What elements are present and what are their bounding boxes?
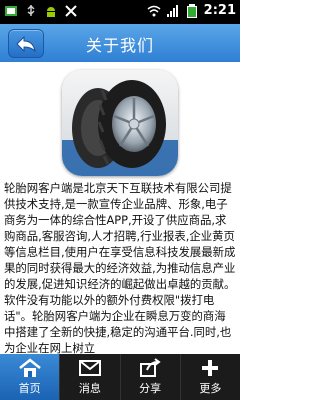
tab-more-label: 更多 [199,382,222,395]
tab-messages[interactable]: 消息 [60,354,121,400]
tab-messages-label: 消息 [78,382,101,395]
notification-icon [5,6,17,16]
tire-logo-icon [62,80,178,176]
tab-more[interactable]: 更多 [181,354,240,400]
usb-icon [27,4,35,16]
mail-icon [78,360,101,376]
close-notice-icon [65,5,77,17]
clock: 2:21 [203,3,236,18]
share-icon [140,358,161,377]
home-icon [18,358,41,377]
tab-home-label: 首页 [18,382,41,395]
title-bar: 关于我们 [0,24,240,63]
tab-share[interactable]: 分享 [121,354,181,400]
android-debug-icon [47,7,55,17]
plus-icon [202,360,219,376]
battery-icon [186,3,197,18]
page-title: 关于我们 [85,36,154,55]
about-description: 轮胎网客户端是北京天下互联技术有限公司提供技术支持,是一款宣传企业品牌、形象,电… [4,181,236,354]
about-content[interactable]: 轮胎网客户端是北京天下互联技术有限公司提供技术支持,是一款宣传企业品牌、形象,电… [0,62,240,354]
wifi-icon [147,5,161,16]
tab-share-label: 分享 [139,382,162,395]
app-logo [62,70,178,176]
status-bar: 2:21 [0,0,240,24]
signal-icon [166,4,178,17]
bottom-tab-bar: 首页 消息 分享 更多 [0,354,240,400]
tab-home[interactable]: 首页 [0,354,61,400]
